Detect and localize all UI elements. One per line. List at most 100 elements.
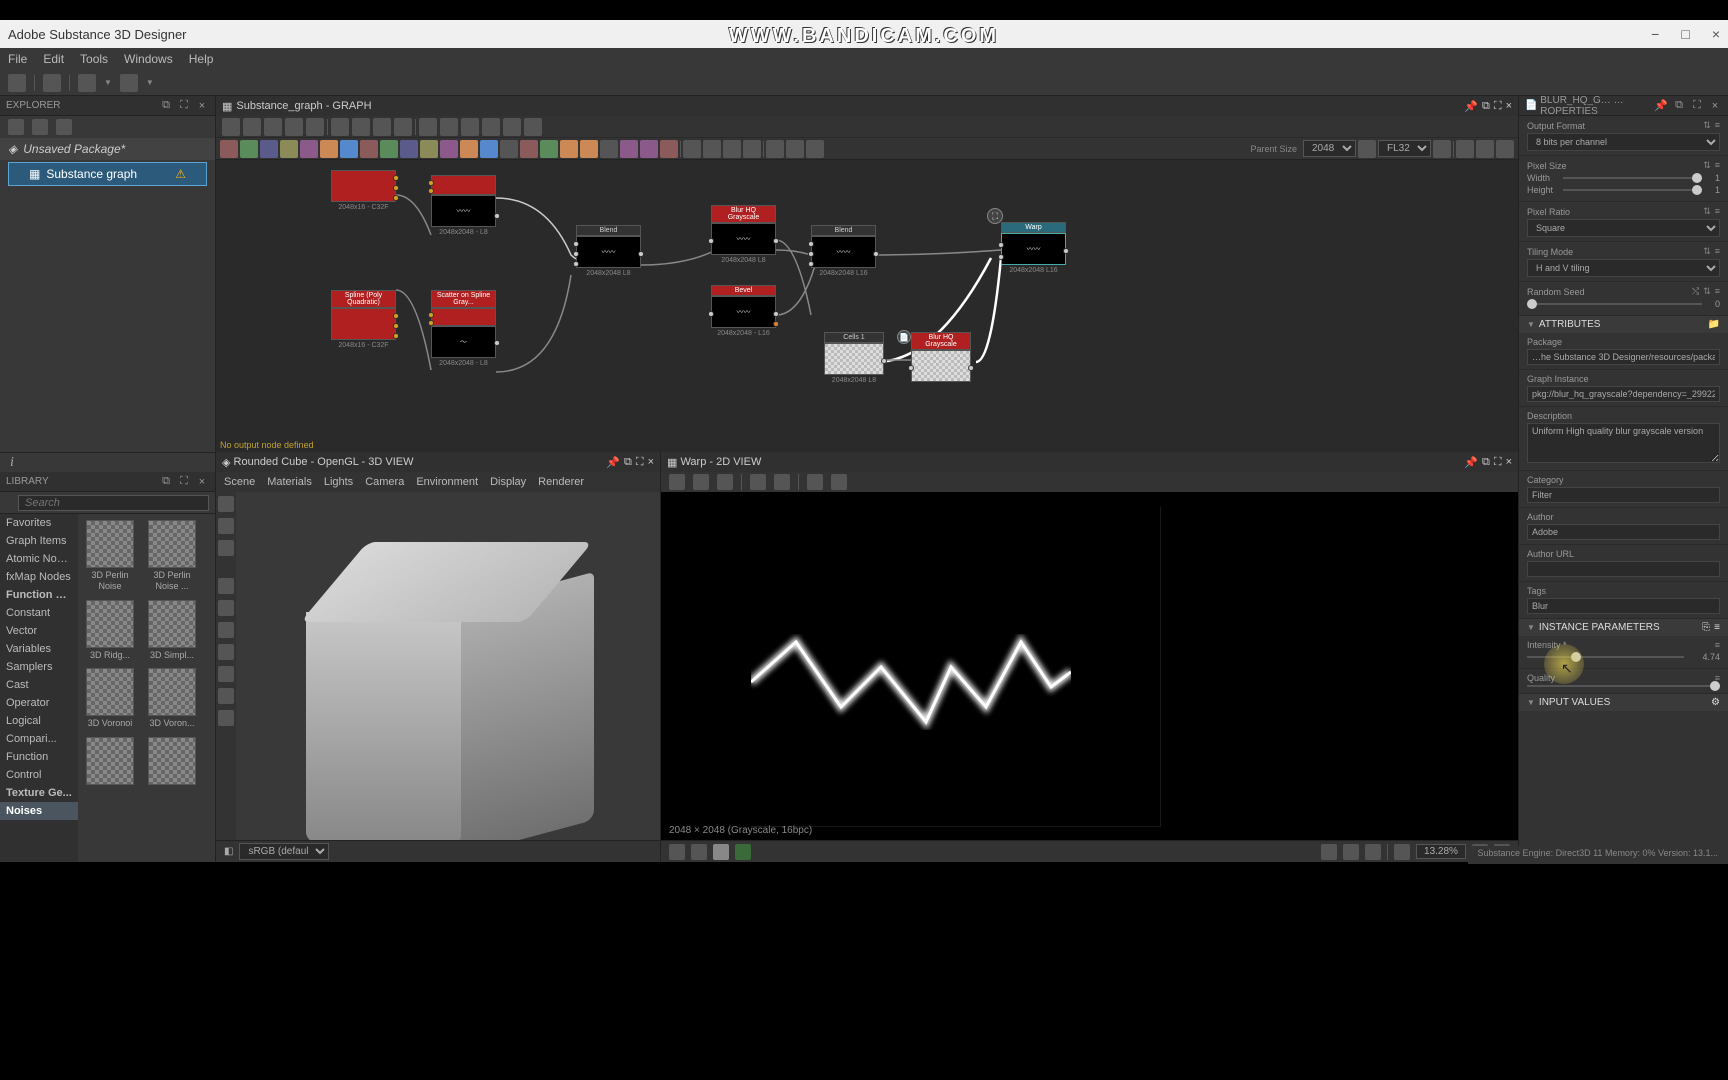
v3d-tool-icon[interactable] (218, 666, 234, 682)
v2d-tool-icon[interactable] (774, 474, 790, 490)
graph-node[interactable]: Blur HQ Grayscale 〰〰 2048x2048 L8 (711, 205, 776, 264)
node-btn-icon[interactable] (520, 140, 538, 158)
inherit-icon[interactable]: ⇅ (1703, 160, 1711, 171)
description-field[interactable]: Uniform High quality blur grayscale vers… (1527, 423, 1720, 463)
color-mode-select[interactable]: sRGB (default) (239, 843, 329, 860)
gt-icon[interactable] (394, 118, 412, 136)
inherit-icon[interactable]: ⇅ (1703, 286, 1711, 297)
node-btn-icon[interactable] (660, 140, 678, 158)
node-btn-icon[interactable] (580, 140, 598, 158)
minimize-button[interactable]: − (1651, 26, 1659, 42)
lib-item[interactable]: 3D Perlin Noise (84, 520, 136, 592)
v3d-tool-icon[interactable] (218, 518, 234, 534)
lib-cat-fxmap[interactable]: fxMap Nodes (0, 568, 78, 586)
undo-icon[interactable] (78, 74, 96, 92)
format-select[interactable]: FL32 (1378, 140, 1431, 157)
gt-icon[interactable] (524, 118, 542, 136)
panel-close-icon[interactable]: × (1506, 100, 1512, 113)
panel-float-icon[interactable]: ⧉ (159, 99, 173, 113)
link-icon[interactable] (1358, 140, 1376, 158)
v2d-footer-icon[interactable] (691, 844, 707, 860)
lib-cat-function-nodes[interactable]: Function N... (0, 586, 78, 604)
gt-icon[interactable] (419, 118, 437, 136)
zoom-input[interactable] (1416, 844, 1466, 859)
node-btn-icon[interactable] (620, 140, 638, 158)
refresh-icon[interactable] (1433, 140, 1451, 158)
package-field[interactable] (1527, 349, 1720, 365)
node-btn-icon[interactable] (360, 140, 378, 158)
node-btn-icon[interactable] (420, 140, 438, 158)
graph-node[interactable]: Bevel 〰〰 2048x2048 - L16 (711, 285, 776, 337)
author-url-field[interactable] (1527, 561, 1720, 577)
color-mode-icon[interactable]: ◧ (224, 846, 233, 857)
menu-icon[interactable]: ≡ (1715, 160, 1720, 171)
close-button[interactable]: × (1712, 26, 1720, 42)
node-btn-icon[interactable] (723, 140, 741, 158)
node-btn-icon[interactable] (320, 140, 338, 158)
graph-instance-field[interactable] (1527, 386, 1720, 402)
tiling-select[interactable]: H and V tiling (1527, 259, 1720, 277)
redo-dropdown-icon[interactable]: ▼ (146, 78, 154, 87)
node-btn-icon[interactable] (560, 140, 578, 158)
menu-help[interactable]: Help (189, 52, 214, 66)
menu-icon[interactable]: ≡ (1715, 640, 1720, 650)
panel-close-icon[interactable]: × (1506, 456, 1512, 469)
lib-cat-favorites[interactable]: Favorites (0, 514, 78, 532)
graph-node[interactable]: Blend 〰〰 2048x2048 L8 (576, 225, 641, 277)
lib-cat-noises[interactable]: Noises (0, 802, 78, 820)
menu-windows[interactable]: Windows (124, 52, 173, 66)
node-btn-icon[interactable] (640, 140, 658, 158)
lib-cat-constant[interactable]: Constant (0, 604, 78, 622)
redo-icon[interactable] (120, 74, 138, 92)
graph-tab[interactable]: ▦ Substance_graph - GRAPH (222, 100, 372, 113)
v3d-tool-icon[interactable] (218, 688, 234, 704)
panel-max-icon[interactable]: ⛶ (177, 99, 191, 113)
lib-cat-vector[interactable]: Vector (0, 622, 78, 640)
node-btn-icon[interactable] (440, 140, 458, 158)
node-btn-icon[interactable] (480, 140, 498, 158)
node-btn-icon[interactable] (400, 140, 418, 158)
gt-icon[interactable] (331, 118, 349, 136)
graph-node[interactable]: Blur HQ Grayscale 📄 (911, 332, 971, 382)
menu-environment[interactable]: Environment (416, 476, 478, 488)
category-field[interactable] (1527, 487, 1720, 503)
node-btn-icon[interactable] (1496, 140, 1514, 158)
explorer-tool-1-icon[interactable] (8, 119, 24, 135)
node-btn-icon[interactable] (1476, 140, 1494, 158)
node-btn-icon[interactable] (280, 140, 298, 158)
menu-lights[interactable]: Lights (324, 476, 353, 488)
panel-max-icon[interactable]: ⛶ (1494, 456, 1502, 469)
v2d-tool-icon[interactable] (717, 474, 733, 490)
save-icon[interactable] (43, 74, 61, 92)
gt-icon[interactable] (352, 118, 370, 136)
graph-item[interactable]: ▦ Substance graph ⚠ (8, 162, 207, 186)
output-format-select[interactable]: 8 bits per channel (1527, 133, 1720, 151)
lib-cat-comparison[interactable]: Compari... (0, 730, 78, 748)
explorer-tool-2-icon[interactable] (32, 119, 48, 135)
menu-materials[interactable]: Materials (267, 476, 312, 488)
gt-icon[interactable] (222, 118, 240, 136)
v3d-tool-icon[interactable] (218, 600, 234, 616)
node-btn-icon[interactable] (340, 140, 358, 158)
gt-icon[interactable] (243, 118, 261, 136)
v2d-tool-icon[interactable] (750, 474, 766, 490)
lib-cat-function[interactable]: Function (0, 748, 78, 766)
v3d-tool-icon[interactable] (218, 622, 234, 638)
menu-file[interactable]: File (8, 52, 27, 66)
panel-max-icon[interactable]: ⛶ (1494, 100, 1502, 113)
search-input[interactable] (18, 495, 209, 511)
node-btn-icon[interactable] (683, 140, 701, 158)
graph-node[interactable]: Cells 1 2048x2048 L8 (824, 332, 884, 384)
package-item[interactable]: ◈ Unsaved Package* (0, 138, 215, 160)
lib-cat-operator[interactable]: Operator (0, 694, 78, 712)
gear-icon[interactable]: ⚙ (1711, 697, 1720, 708)
lib-item[interactable]: 3D Perlin Noise ... (146, 520, 198, 592)
node-btn-icon[interactable] (240, 140, 258, 158)
pin-icon[interactable]: 📌 (1654, 99, 1668, 113)
lib-cat-cast[interactable]: Cast (0, 676, 78, 694)
node-btn-icon[interactable] (786, 140, 804, 158)
lib-item[interactable] (146, 737, 198, 787)
v3d-tool-icon[interactable] (218, 644, 234, 660)
v2d-info-icon[interactable] (807, 474, 823, 490)
panel-close-icon[interactable]: × (1708, 99, 1722, 113)
